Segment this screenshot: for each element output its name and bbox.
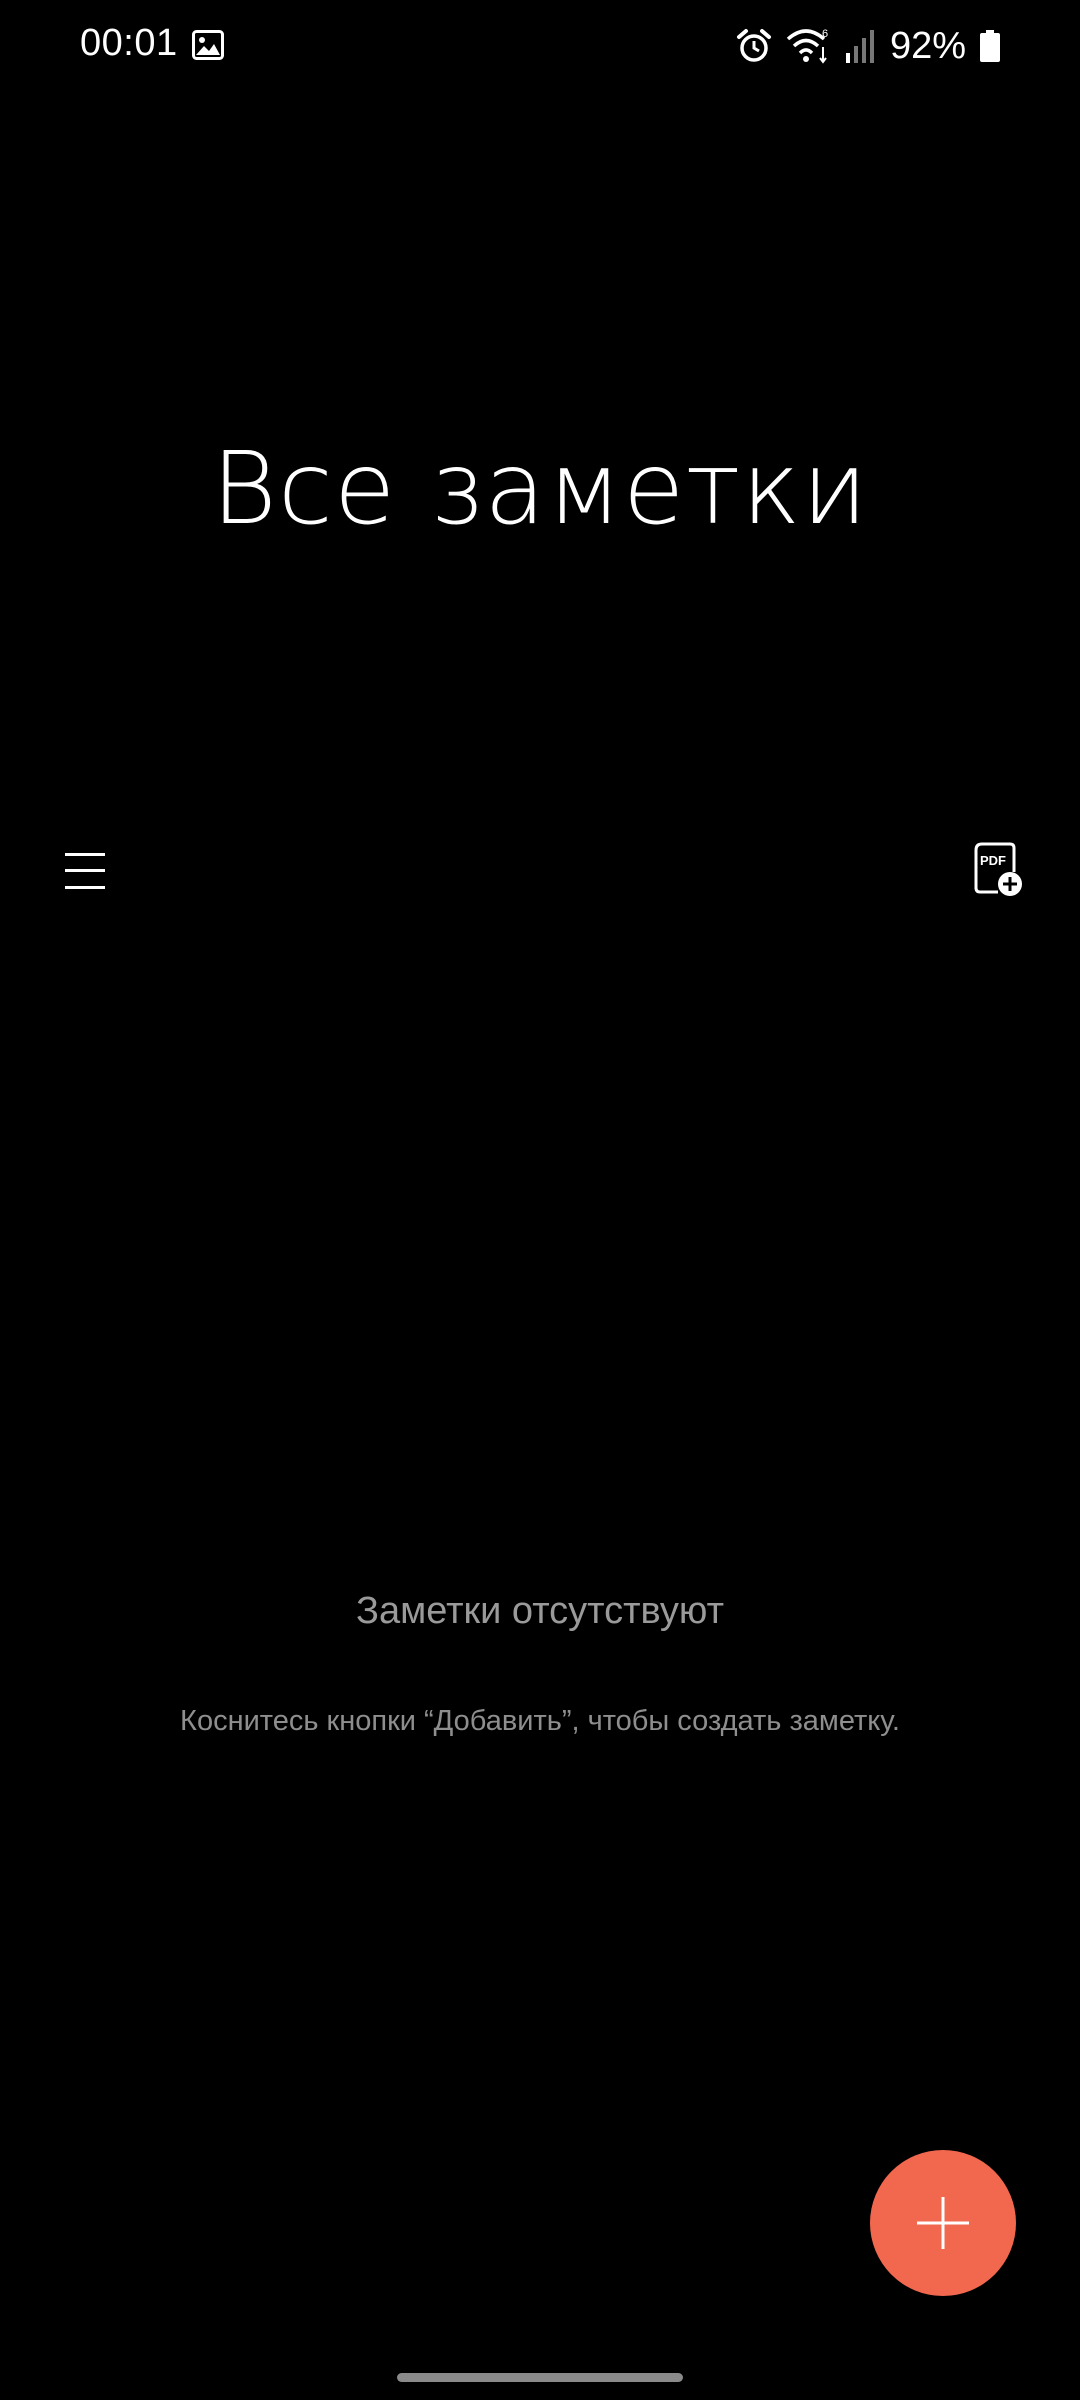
add-note-button[interactable] — [870, 2150, 1016, 2296]
gallery-icon — [192, 30, 224, 60]
status-icons: 6 92% — [736, 22, 1000, 70]
empty-state-title: Заметки отсутствуют — [356, 1590, 724, 1632]
alarm-icon — [736, 29, 771, 62]
status-bar: 00:01 6 92% — [0, 0, 1080, 96]
signal-icon — [845, 30, 874, 63]
wifi-icon: 6 — [786, 28, 828, 64]
battery-icon — [980, 30, 1000, 62]
pdf-label: PDF — [980, 853, 1006, 868]
menu-button[interactable] — [60, 848, 110, 894]
navigation-handle[interactable] — [397, 2373, 683, 2382]
battery-percentage: 92% — [889, 24, 966, 67]
pdf-import-button[interactable]: PDF — [970, 842, 1024, 898]
plus-icon — [917, 2197, 969, 2249]
empty-state-hint: Коснитесь кнопки “Добавить”, чтобы созда… — [180, 1705, 900, 1737]
menu-icon — [65, 853, 105, 889]
pdf-import-icon: PDF — [974, 842, 1022, 896]
page-title: Все заметки — [211, 430, 869, 547]
status-time: 00:01 — [80, 22, 178, 64]
svg-text:6: 6 — [822, 28, 828, 40]
